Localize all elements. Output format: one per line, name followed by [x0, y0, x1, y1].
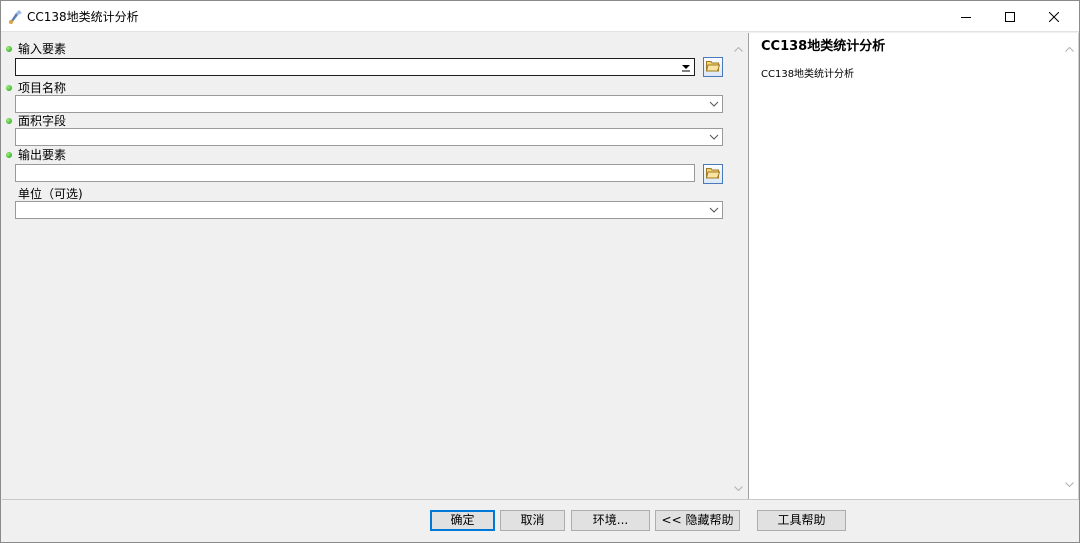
parameters-scrollbar[interactable]: [730, 41, 747, 497]
unit-combo[interactable]: [15, 201, 723, 219]
chevron-down-icon[interactable]: [705, 96, 722, 112]
scroll-down-icon[interactable]: [730, 480, 747, 497]
minimize-icon: [961, 12, 971, 22]
folder-open-icon: [705, 60, 721, 75]
input-features-combo[interactable]: [15, 58, 695, 76]
ok-button[interactable]: 确定: [430, 510, 495, 531]
required-indicator-icon: [6, 152, 12, 158]
required-indicator-icon: [6, 46, 12, 52]
cancel-button[interactable]: 取消: [500, 510, 565, 531]
input-features-browse-button[interactable]: [703, 57, 723, 77]
help-body: CC138地类统计分析: [761, 69, 855, 80]
scroll-up-icon[interactable]: [730, 41, 747, 58]
project-name-label: 项目名称: [2, 80, 66, 96]
help-pane: CC138地类统计分析 CC138地类统计分析: [748, 33, 1079, 499]
arcgis-tool-icon: [7, 9, 23, 25]
required-indicator-icon: [6, 118, 12, 124]
maximize-button[interactable]: [987, 1, 1033, 32]
unit-label: 单位（可选): [18, 187, 83, 201]
required-indicator-icon: [6, 85, 12, 91]
parameters-pane: 输入要素 项目名称 面积字段 输出要素 单位（可选): [2, 33, 747, 499]
project-name-combo[interactable]: [15, 95, 723, 113]
close-button[interactable]: [1031, 1, 1077, 32]
tool-help-button[interactable]: 工具帮助: [757, 510, 846, 531]
button-bar: 确定 取消 环境... << 隐藏帮助 工具帮助: [2, 499, 1079, 542]
output-features-input[interactable]: [15, 164, 695, 182]
chevron-down-icon[interactable]: [705, 202, 722, 218]
close-icon: [1049, 11, 1059, 22]
area-field-label: 面积字段: [2, 113, 66, 129]
window-title: CC138地类统计分析: [27, 10, 139, 24]
folder-open-icon: [705, 167, 721, 182]
chevron-down-icon[interactable]: [705, 129, 722, 145]
help-title: CC138地类统计分析: [761, 39, 886, 54]
minimize-button[interactable]: [943, 1, 989, 32]
output-features-label: 输出要素: [2, 147, 66, 163]
dropdown-arrow-icon[interactable]: [677, 59, 694, 75]
area-field-combo[interactable]: [15, 128, 723, 146]
title-bar[interactable]: CC138地类统计分析: [1, 1, 1079, 32]
scroll-up-icon[interactable]: [1061, 41, 1078, 58]
scroll-down-icon[interactable]: [1061, 476, 1078, 493]
input-features-label: 输入要素: [2, 41, 66, 57]
output-features-browse-button[interactable]: [703, 164, 723, 184]
environments-button[interactable]: 环境...: [571, 510, 650, 531]
maximize-icon: [1005, 11, 1015, 22]
tool-dialog-window: CC138地类统计分析 输入要素 项目名称 面积字段 输出要素 单位（可选) C…: [0, 0, 1080, 543]
hide-help-button[interactable]: << 隐藏帮助: [655, 510, 740, 531]
help-scrollbar[interactable]: [1061, 41, 1078, 493]
